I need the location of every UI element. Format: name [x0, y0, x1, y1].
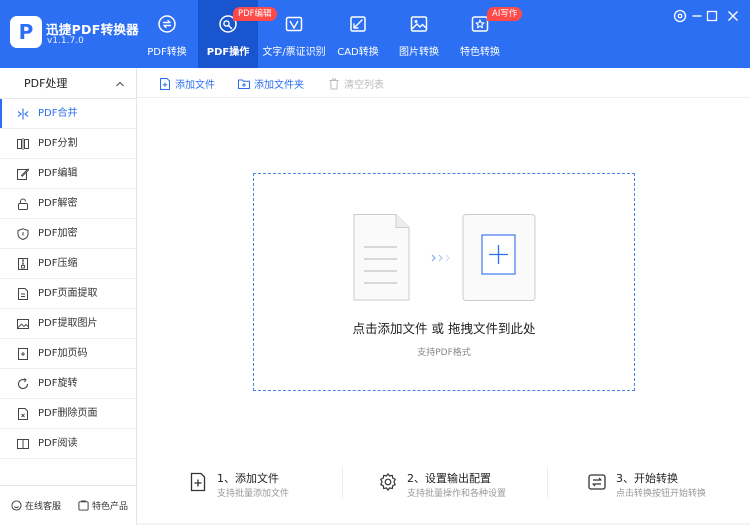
edit-icon: [17, 168, 29, 180]
tab-pdf-convert[interactable]: PDF转换: [138, 0, 196, 68]
ai-writing-badge: AI写作: [487, 7, 523, 21]
file-drop-zone[interactable]: 点击添加文件 或 拖拽文件到此处 支持PDF格式: [253, 173, 635, 391]
delete-page-icon: [18, 408, 28, 420]
book-icon: [17, 439, 29, 449]
add-file-icon: [190, 472, 206, 492]
rotate-icon: [18, 378, 29, 390]
tab-label: 特色转换: [460, 47, 500, 58]
sidebar-item-label: PDF阅读: [38, 438, 78, 449]
arrow-right-icon: [431, 254, 450, 262]
compress-icon: [18, 258, 28, 270]
step-desc: 支持批量操作和各种设置: [407, 489, 507, 499]
sidebar-item-label: PDF页面提取: [38, 288, 98, 299]
unlock-icon: [18, 198, 28, 210]
sidebar-item-label: PDF旋转: [38, 378, 78, 389]
drop-zone-format-hint: 支持PDF格式: [417, 348, 471, 358]
step-divider: [342, 466, 343, 498]
extract-image-icon: [17, 319, 29, 329]
add-file-icon: [160, 78, 170, 90]
sidebar-item-pdf-page-numbers[interactable]: PDF加页码: [0, 339, 136, 369]
sidebar-item-pdf-extract-images[interactable]: PDF提取图片: [0, 309, 136, 339]
featured-products-button[interactable]: 特色产品: [78, 499, 128, 512]
cad-icon: [350, 16, 366, 32]
convert-icon: [158, 15, 176, 33]
step-desc: 支持批量添加文件: [217, 489, 290, 499]
customer-service-icon: [11, 500, 22, 511]
tab-image-convert[interactable]: 图片转换: [394, 0, 444, 68]
tab-label: 图片转换: [399, 47, 439, 58]
step-title: 3、开始转换: [616, 472, 678, 485]
add-folder-label: 添加文件夹: [254, 80, 304, 91]
split-icon: [17, 138, 29, 150]
sidebar-header-label: PDF处理: [24, 77, 68, 90]
trash-icon: [329, 78, 339, 90]
drop-zone-instruction: 点击添加文件 或 拖拽文件到此处: [352, 321, 536, 336]
tab-ocr[interactable]: 文字/票证识别: [260, 0, 328, 68]
sidebar-item-label: PDF合并: [38, 108, 78, 119]
app-logo: P: [10, 16, 42, 48]
add-file-label: 添加文件: [175, 80, 215, 91]
close-icon[interactable]: [725, 8, 741, 24]
app-logo-letter: P: [18, 20, 34, 44]
add-page-icon: [462, 214, 536, 301]
step-title: 2、设置输出配置: [407, 472, 491, 485]
sidebar-group-pdf-processing[interactable]: PDF处理: [0, 68, 136, 99]
sidebar-item-label: PDF加密: [38, 228, 78, 239]
image-icon: [410, 16, 428, 32]
featured-products-label: 特色产品: [92, 502, 129, 512]
app-version: v1.1.7.0: [47, 36, 84, 46]
tab-cad-convert[interactable]: CAD转换: [333, 0, 383, 68]
step-desc: 点击转换按钮开始转换: [616, 489, 707, 499]
add-folder-icon: [238, 79, 250, 89]
title-bar: P 迅捷PDF转换器 v1.1.7.0 PDF转换 PDF操作 PDF编辑 文字…: [0, 0, 750, 68]
sidebar: PDF处理 PDF合并 PDF分割 PDF编辑 PDF解密 PDF加密 PDF压…: [0, 68, 137, 525]
sidebar-item-label: PDF删除页面: [38, 408, 98, 419]
minimize-icon[interactable]: [689, 8, 705, 24]
tab-label: CAD转换: [337, 47, 379, 58]
clear-list-label: 清空列表: [344, 80, 384, 91]
sidebar-item-label: PDF解密: [38, 198, 78, 209]
page-number-icon: [18, 348, 28, 360]
sidebar-item-pdf-rotate[interactable]: PDF旋转: [0, 369, 136, 399]
sidebar-item-label: PDF压缩: [38, 258, 78, 269]
sidebar-item-pdf-compress[interactable]: PDF压缩: [0, 249, 136, 279]
chevron-up-icon: [116, 81, 124, 87]
sidebar-item-pdf-decrypt[interactable]: PDF解密: [0, 189, 136, 219]
step-divider: [547, 466, 548, 498]
sidebar-item-pdf-edit[interactable]: PDF编辑: [0, 159, 136, 189]
step-title: 1、添加文件: [217, 472, 279, 485]
sidebar-item-pdf-extract-pages[interactable]: PDF页面提取: [0, 279, 136, 309]
sidebar-item-pdf-merge[interactable]: PDF合并: [0, 99, 136, 129]
sidebar-item-label: PDF加页码: [38, 348, 88, 359]
sidebar-footer: 在线客服 特色产品: [0, 485, 136, 525]
sidebar-item-pdf-split[interactable]: PDF分割: [0, 129, 136, 159]
document-icon: [353, 214, 410, 301]
add-folder-button[interactable]: 添加文件夹: [238, 76, 304, 91]
maximize-icon[interactable]: [704, 8, 720, 24]
tab-label: 文字/票证识别: [262, 47, 326, 58]
shield-icon: [17, 228, 29, 240]
online-service-button[interactable]: 在线客服: [11, 499, 61, 512]
clear-list-button[interactable]: 清空列表: [328, 76, 384, 91]
sidebar-item-pdf-delete-pages[interactable]: PDF删除页面: [0, 399, 136, 429]
extract-page-icon: [18, 288, 28, 300]
sidebar-item-pdf-read[interactable]: PDF阅读: [0, 429, 136, 459]
product-icon: [78, 500, 89, 511]
add-file-button[interactable]: 添加文件: [159, 76, 215, 91]
tab-label: PDF转换: [147, 47, 187, 58]
start-convert-icon: [588, 474, 606, 490]
drop-illustration: [353, 214, 536, 301]
tab-label: PDF操作: [206, 47, 250, 58]
sidebar-item-label: PDF编辑: [38, 168, 78, 179]
sidebar-item-label: PDF提取图片: [38, 318, 98, 329]
online-service-label: 在线客服: [25, 502, 62, 512]
sidebar-item-pdf-encrypt[interactable]: PDF加密: [0, 219, 136, 249]
sidebar-item-label: PDF分割: [38, 138, 78, 149]
merge-icon: [17, 108, 29, 120]
gear-icon: [380, 473, 396, 491]
ocr-icon: [285, 16, 303, 32]
toolbar: 添加文件 添加文件夹 清空列表: [137, 68, 750, 98]
steps-guide: 1、添加文件 支持批量添加文件 2、设置输出配置 支持批量操作和各种设置 3、开…: [137, 456, 750, 506]
settings-icon[interactable]: [672, 8, 688, 24]
